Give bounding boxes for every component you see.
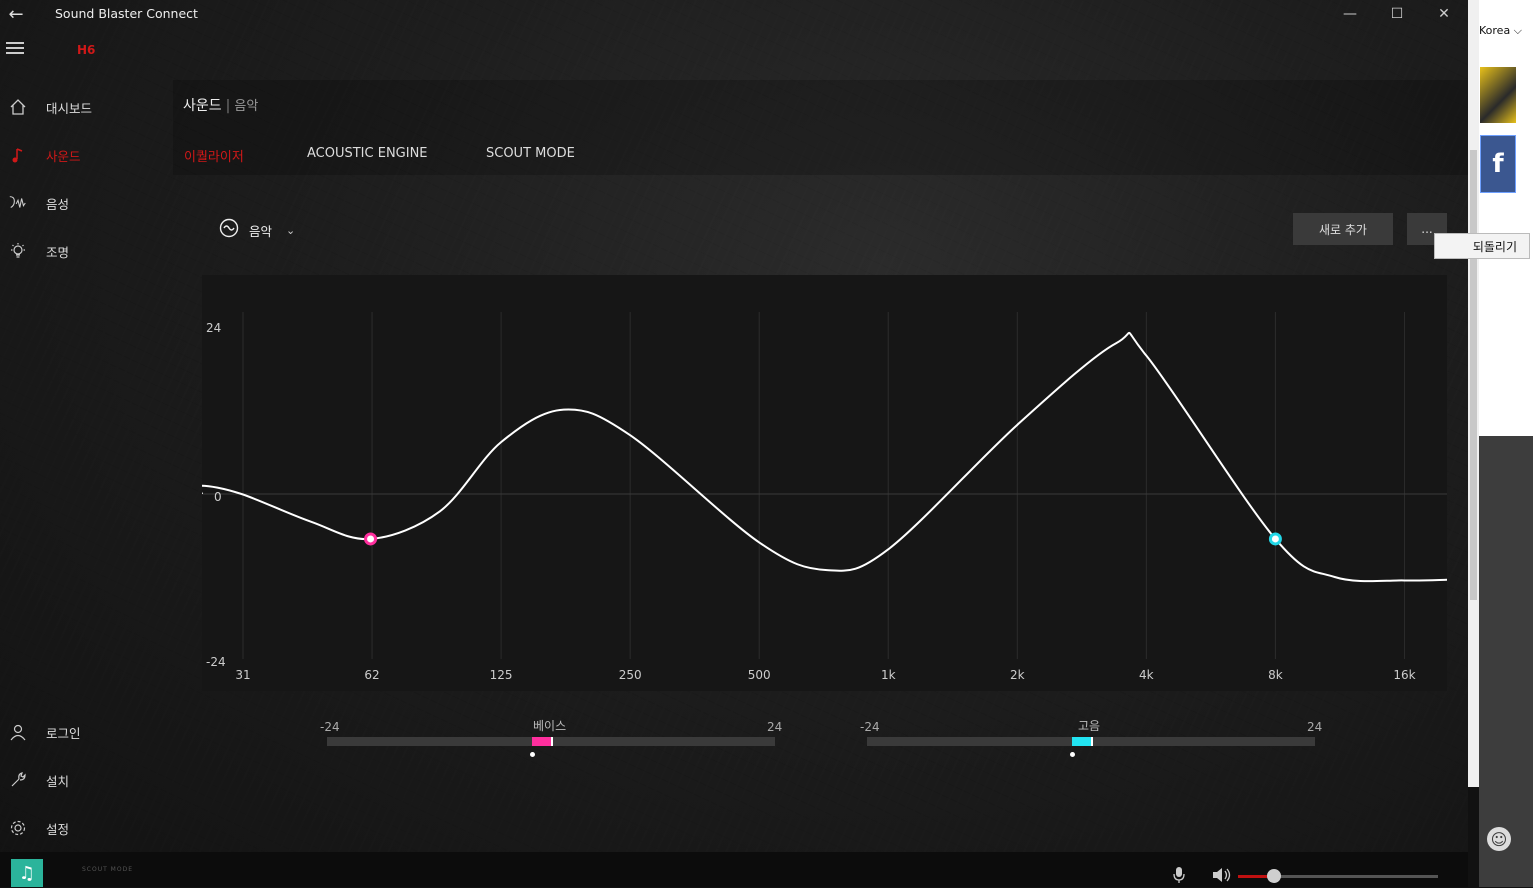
x-tick-label: 1k <box>881 668 896 682</box>
preset-selector[interactable]: 음악 ⌄ <box>219 218 295 242</box>
x-tick-label: 2k <box>1010 668 1025 682</box>
nav-item-install[interactable]: 설치 <box>0 762 170 798</box>
add-new-button[interactable]: 새로 추가 <box>1293 213 1393 245</box>
tab-equalizer[interactable]: 이퀄라이저 <box>184 146 244 165</box>
slider-default-dot <box>1070 752 1076 757</box>
user-icon <box>8 722 28 742</box>
x-tick-label: 250 <box>619 668 642 682</box>
lightbulb-icon <box>8 241 28 261</box>
gear-icon <box>8 818 28 838</box>
slider-min-label: -24 <box>320 720 340 734</box>
chevron-down-icon: ⌄ <box>286 223 296 237</box>
preset-label: 음악 <box>249 223 273 239</box>
eq-band-handle[interactable] <box>1268 532 1282 546</box>
app-window: ← Sound Blaster Connect — ☐ ✕ H6 대시보드 사운… <box>0 0 1468 887</box>
wave-icon <box>219 218 239 242</box>
nav-label: 사운드 <box>46 148 81 164</box>
nav-item-dashboard[interactable]: 대시보드 <box>0 89 170 125</box>
background-window <box>1479 0 1533 436</box>
tab-acoustic-engine[interactable]: ACOUSTIC ENGINE <box>307 146 428 161</box>
back-arrow-icon[interactable]: ← <box>4 2 28 26</box>
background-window-lower <box>1479 436 1533 887</box>
breadcrumb-sub: 음악 <box>234 99 259 114</box>
y-tick-label: 0 <box>214 490 222 504</box>
slider-fill <box>532 737 551 746</box>
nav-label: 설치 <box>46 773 70 789</box>
slider-max-label: 24 <box>1307 720 1323 734</box>
microphone-icon[interactable] <box>1172 866 1186 888</box>
slider-thumb[interactable] <box>551 737 553 746</box>
tab-scout-mode[interactable]: SCOUT MODE <box>486 146 575 161</box>
nav-item-login[interactable]: 로그인 <box>0 714 170 750</box>
scout-mode-logo: SCOUT MODE <box>82 866 133 873</box>
slider-min-label: -24 <box>860 720 880 734</box>
slider-thumb[interactable] <box>1091 737 1093 746</box>
x-tick-label: 125 <box>490 668 513 682</box>
music-note-icon[interactable]: ♫ <box>11 859 43 887</box>
slider-max-label: 24 <box>767 720 783 734</box>
x-tick-label: 31 <box>235 668 250 682</box>
thumbnail-image[interactable] <box>1480 67 1516 123</box>
slider-name: 베이스 <box>533 719 567 733</box>
voice-icon <box>8 193 28 213</box>
volume-knob[interactable] <box>1267 869 1281 883</box>
y-tick-label: 24 <box>206 321 221 335</box>
nav-label: 대시보드 <box>46 100 93 116</box>
nav-label: 설정 <box>46 821 70 837</box>
nav-label: 조명 <box>46 244 70 260</box>
scrollbar-thumb[interactable] <box>1470 150 1477 600</box>
slider-fill <box>1072 737 1091 746</box>
y-tick-label: -24 <box>206 655 226 669</box>
emoji-icon[interactable]: ☺ <box>1487 827 1511 851</box>
nav-item-settings[interactable]: 설정 <box>0 810 170 846</box>
eq-curve <box>198 331 1448 583</box>
device-name: H6 <box>77 43 96 57</box>
nav-item-lighting[interactable]: 조명 <box>0 233 170 269</box>
breadcrumb: 사운드 | 음악 <box>183 95 258 115</box>
x-tick-label: 4k <box>1139 668 1154 682</box>
x-tick-label: 62 <box>364 668 379 682</box>
title-bar: ← Sound Blaster Connect — ☐ ✕ <box>0 0 1468 28</box>
x-tick-label: 8k <box>1268 668 1283 682</box>
nav-label: 음성 <box>46 196 70 212</box>
breadcrumb-separator: | <box>225 98 231 114</box>
speaker-icon[interactable] <box>1211 866 1233 888</box>
music-note-icon <box>8 145 28 165</box>
nav-item-sound[interactable]: 사운드 <box>0 137 170 173</box>
revert-menu-item[interactable]: 되돌리기 <box>1434 233 1530 259</box>
slider-name: 고음 <box>1078 719 1101 733</box>
background-window-text: Korea ⌵ <box>1479 24 1523 37</box>
eq-band-handle[interactable] <box>364 532 378 546</box>
equalizer-chart-svg[interactable]: 31 62 125 250 500 1k 2k 4k 8k 16k 24 0 -24 <box>198 275 1448 691</box>
maximize-button[interactable]: ☐ <box>1377 2 1417 26</box>
hamburger-menu-icon[interactable] <box>6 42 24 56</box>
slider-default-dot <box>530 752 536 757</box>
x-tick-label: 500 <box>748 668 771 682</box>
close-button[interactable]: ✕ <box>1424 2 1464 26</box>
nav-item-voice[interactable]: 음성 <box>0 185 170 221</box>
bottom-bar <box>0 852 1468 887</box>
home-icon <box>8 97 28 117</box>
wrench-icon <box>8 770 28 790</box>
equalizer-chart[interactable]: 31 62 125 250 500 1k 2k 4k 8k 16k 24 0 -24 <box>198 275 1448 691</box>
nav-label: 로그인 <box>46 725 81 741</box>
thumbnail-icon[interactable]: f <box>1480 135 1516 193</box>
breadcrumb-section[interactable]: 사운드 <box>183 98 222 114</box>
x-tick-label: 16k <box>1393 668 1415 682</box>
minimize-button[interactable]: — <box>1330 2 1370 26</box>
app-title: Sound Blaster Connect <box>55 6 198 21</box>
